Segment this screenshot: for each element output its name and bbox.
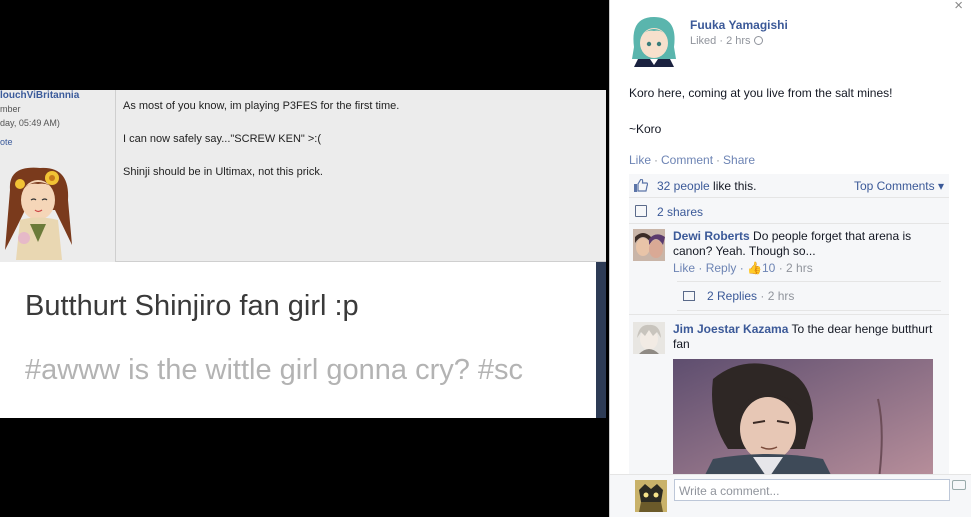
forum-user-rank: mber [0, 104, 21, 114]
comment-like-count[interactable]: 10 [762, 261, 775, 275]
forum-post-line: Shinji should be in Ultimax, not this pr… [123, 166, 323, 178]
comment-like-link[interactable]: Like [673, 261, 695, 275]
feedback-section: 32 people like this. Top Comments ▾ 2 sh… [629, 174, 949, 474]
tumblr-edge-divider [596, 262, 606, 418]
likes-count-text: 32 people like this. [657, 179, 756, 193]
forum-post: louchViBritannia mber day, 05:49 AM) ote… [0, 90, 606, 262]
current-user-avatar[interactable] [635, 480, 667, 512]
like-link[interactable]: Like [629, 153, 651, 167]
post-actions: Like · Comment · Share [629, 153, 756, 167]
shares-row: 2 shares [629, 199, 949, 224]
likes-row: 32 people like this. Top Comments ▾ [629, 174, 949, 198]
poster-avatar[interactable] [628, 13, 680, 67]
forum-username[interactable]: louchViBritannia [0, 90, 79, 101]
likes-count-link[interactable]: 32 people [657, 179, 710, 193]
forum-user-column: louchViBritannia mber day, 05:49 AM) ote [0, 90, 116, 262]
tumblr-title: Butthurt Shinjiro fan girl :p [25, 290, 359, 322]
top-comments-dropdown[interactable]: Top Comments ▾ [854, 179, 944, 193]
comment-attached-image[interactable] [673, 359, 933, 474]
tumblr-tags[interactable]: #awww is the wittle girl gonna cry? #sc [25, 354, 571, 387]
forum-post-body: As most of you know, im playing P3FES fo… [123, 100, 399, 199]
replies-text: 2 Replies · 2 hrs [707, 289, 795, 303]
comment-body: Dewi Roberts Do people forget that arena… [673, 229, 943, 259]
forum-post-line: I can now safely say..."SCREW KEN" >:( [123, 133, 322, 145]
status-text: Koro here, coming at you live from the s… [629, 86, 893, 100]
close-icon[interactable]: × [954, 0, 963, 14]
comment-item: Dewi Roberts Do people forget that arena… [629, 225, 949, 315]
commenter-avatar[interactable] [633, 229, 665, 261]
post-meta: Liked · 2 hrs [690, 35, 763, 47]
replies-row[interactable]: 2 Replies · 2 hrs [677, 281, 941, 311]
tumblr-post-tags: Butthurt Shinjiro fan girl :p #awww is t… [0, 262, 596, 418]
forum-post-line: As most of you know, im playing P3FES fo… [123, 100, 400, 112]
poster-name[interactable]: Fuuka Yamagishi [690, 18, 788, 32]
replies-link[interactable]: 2 Replies [707, 289, 757, 303]
commenter-avatar[interactable] [633, 322, 665, 354]
screenshot-collage: louchViBritannia mber day, 05:49 AM) ote… [0, 0, 971, 517]
thumbs-up-small-icon: 👍 [747, 261, 762, 275]
forum-quote-link[interactable]: ote [0, 137, 13, 147]
facebook-photo-panel: × Fuuka Yamagishi Liked · 2 hrs Koro her… [609, 0, 971, 517]
comment-reply-link[interactable]: Reply [706, 261, 737, 275]
forum-post-date: day, 05:49 AM) [0, 118, 60, 128]
comment-link[interactable]: Comment [661, 153, 713, 167]
share-icon [635, 205, 647, 217]
commenter-name[interactable]: Dewi Roberts [673, 229, 750, 243]
share-link[interactable]: Share [723, 153, 755, 167]
likes-suffix: like this. [709, 179, 757, 193]
commenter-name[interactable]: Jim Joestar Kazama [673, 322, 788, 336]
comment-actions: Like · Reply · 👍10 · 2 hrs [673, 261, 813, 275]
status-signature: ~Koro [629, 122, 662, 136]
comment-input[interactable]: Write a comment... [674, 479, 950, 501]
replies-time: 2 hrs [767, 289, 795, 303]
comment-body: Jim Joestar Kazama To the dear henge but… [673, 322, 943, 352]
thumbs-up-icon [634, 179, 648, 192]
comment-item: Jim Joestar Kazama To the dear henge but… [629, 318, 949, 474]
comment-time[interactable]: 2 hrs [786, 261, 813, 275]
reply-arrow-icon [683, 291, 695, 301]
camera-icon[interactable] [952, 480, 966, 490]
globe-icon [753, 36, 763, 45]
write-comment-bar: Write a comment... [610, 474, 971, 517]
shares-link[interactable]: 2 shares [657, 205, 703, 219]
forum-avatar-image [5, 167, 72, 260]
post-meta-text[interactable]: Liked · 2 hrs [690, 35, 751, 47]
